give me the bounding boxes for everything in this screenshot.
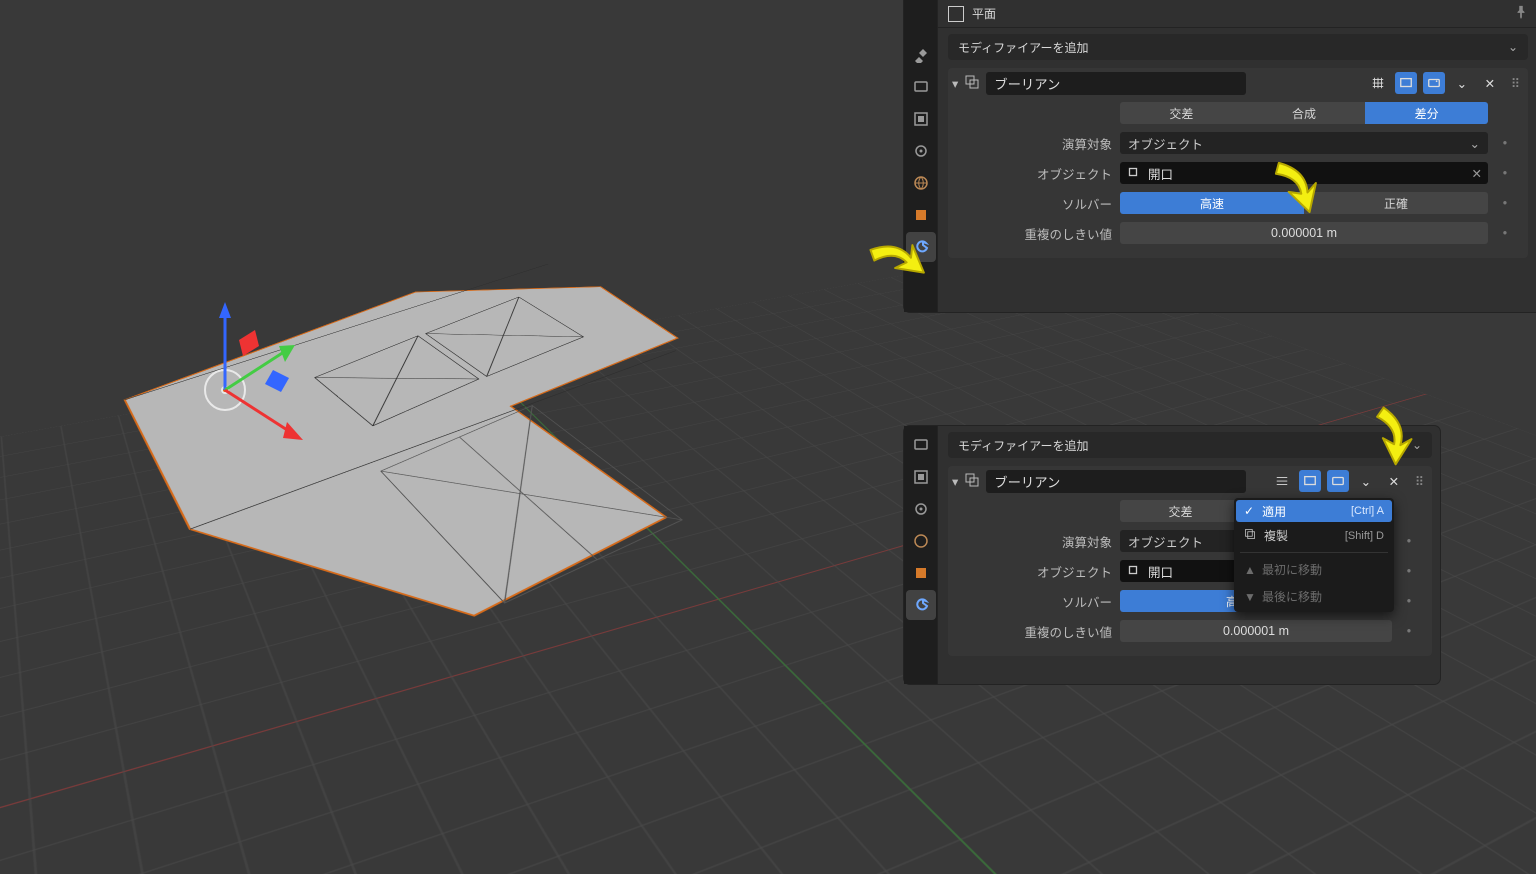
triangle-up-icon: ▲ [1244,563,1254,577]
check-icon: ✓ [1244,504,1254,518]
dot-icon[interactable]: • [1400,564,1418,578]
properties-tabs [904,426,938,684]
solver-label: ソルバー [962,592,1112,611]
operand-object-value: 開口 [1148,562,1173,581]
menu-apply-label: 適用 [1262,503,1286,520]
clear-icon[interactable]: ✕ [1472,166,1482,181]
tab-world-icon[interactable] [906,168,936,198]
add-modifier-label: モディファイアーを追加 [958,437,1088,454]
add-modifier-label: モディファイアーを追加 [958,39,1088,56]
properties-panel-1: 平面 モディファイアーを追加 ⌄ ▾ ⌄ ✕ ⠿ [904,0,1536,312]
operand-type-value: オブジェクト [1128,134,1203,153]
threshold-field[interactable]: 0.000001 m [1120,222,1488,244]
disclosure-triangle-icon[interactable]: ▾ [952,474,958,489]
show-on-cage-icon[interactable] [1271,470,1293,492]
operand-object-label: オブジェクト [962,164,1112,183]
operand-object-value: 開口 [1148,164,1173,183]
remove-modifier-icon[interactable]: ✕ [1383,470,1405,492]
show-on-cage-icon[interactable] [1367,72,1389,94]
operand-object-label: オブジェクト [962,562,1112,581]
tab-tool-icon[interactable] [906,40,936,70]
boolean-op-union[interactable]: 合成 [1243,102,1366,124]
tab-object-icon[interactable] [906,200,936,230]
operand-type-label: 演算対象 [962,532,1112,551]
dot-icon[interactable]: • [1400,624,1418,638]
tab-scene-icon[interactable] [906,494,936,524]
drag-handle-icon[interactable]: ⠿ [1511,76,1522,91]
modifier-menu-chevron-icon[interactable]: ⌄ [1451,72,1473,94]
threshold-field[interactable]: 0.000001 m [1120,620,1392,642]
show-in-editmode-icon[interactable] [1395,72,1417,94]
menu-duplicate-label: 複製 [1264,527,1288,544]
menu-apply[interactable]: ✓ 適用 [Ctrl] A [1236,500,1392,522]
modifier-menu-chevron-icon[interactable]: ⌄ [1355,470,1377,492]
modifier-name-field[interactable] [986,470,1246,493]
menu-apply-shortcut: [Ctrl] A [1351,505,1384,517]
dot-icon[interactable]: • [1400,594,1418,608]
show-in-viewport-icon[interactable] [1423,72,1445,94]
active-object-name: 平面 [972,5,996,22]
triangle-down-icon: ▼ [1244,590,1254,604]
annotation-arrow [1342,392,1423,473]
mesh-icon [1126,563,1140,580]
dot-icon[interactable]: • [1400,534,1418,548]
modifier-dropdown-menu: ✓ 適用 [Ctrl] A 複製 [Shift] D ▲ 最初に移動 ▼ 最後に… [1234,498,1394,612]
show-in-editmode-icon[interactable] [1299,470,1321,492]
menu-move-last-label: 最後に移動 [1262,588,1322,605]
tab-object-icon[interactable] [906,558,936,588]
operand-type-value: オブジェクト [1128,532,1203,551]
mesh-icon [948,6,964,22]
mesh-icon [1126,165,1140,182]
copy-icon [1244,528,1256,543]
solver-label: ソルバー [962,194,1112,213]
tab-world-icon[interactable] [906,526,936,556]
add-modifier-button[interactable]: モディファイアーを追加 ⌄ [948,34,1528,60]
modifier-type-icon [964,472,980,491]
modifier-boolean: ▾ ⌄ ✕ ⠿ 交差 合成 演算対 [948,466,1432,656]
disclosure-triangle-icon[interactable]: ▾ [952,76,958,91]
boolean-op-intersect[interactable]: 交差 [1120,500,1241,522]
tab-modifier-icon[interactable] [906,590,936,620]
modifier-type-icon [964,74,980,93]
tab-scene-icon[interactable] [906,136,936,166]
menu-move-first: ▲ 最初に移動 [1236,556,1392,583]
transform-gizmo[interactable] [195,300,355,460]
menu-move-last: ▼ 最後に移動 [1236,583,1392,610]
tab-output-icon[interactable] [906,462,936,492]
remove-modifier-icon[interactable]: ✕ [1479,72,1501,94]
tab-render-icon[interactable] [906,430,936,460]
tab-render-icon[interactable] [906,72,936,102]
show-in-viewport-icon[interactable] [1327,470,1349,492]
breadcrumb: 平面 [938,0,1536,28]
boolean-op-intersect[interactable]: 交差 [1120,102,1243,124]
modifier-boolean: ▾ ⌄ ✕ ⠿ 交差 合成 差分 [948,68,1528,258]
threshold-label: 重複のしきい値 [962,224,1112,243]
tab-output-icon[interactable] [906,104,936,134]
dot-icon[interactable]: • [1496,136,1514,150]
chevron-down-icon: ⌄ [1470,136,1480,151]
threshold-label: 重複のしきい値 [962,622,1112,641]
chevron-down-icon: ⌄ [1508,40,1518,54]
menu-move-first-label: 最初に移動 [1262,561,1322,578]
operand-type-label: 演算対象 [962,134,1112,153]
pin-icon[interactable] [1514,5,1528,22]
dot-icon[interactable]: • [1496,166,1514,180]
menu-duplicate-shortcut: [Shift] D [1345,530,1384,542]
drag-handle-icon[interactable]: ⠿ [1415,474,1426,489]
boolean-op-difference[interactable]: 差分 [1365,102,1488,124]
modifier-name-field[interactable] [986,72,1246,95]
dot-icon[interactable]: • [1496,226,1514,240]
menu-duplicate[interactable]: 複製 [Shift] D [1236,522,1392,549]
dot-icon[interactable]: • [1496,196,1514,210]
